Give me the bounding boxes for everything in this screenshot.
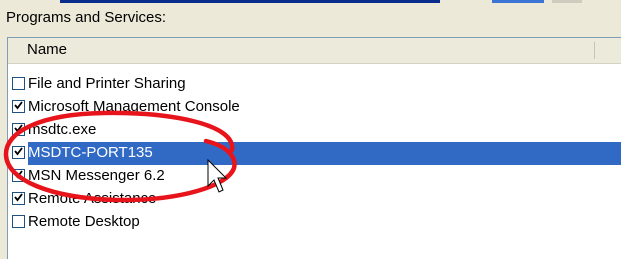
mouse-pointer-icon (207, 158, 228, 193)
windows-firewall-exceptions-panel: Programs and Services: Name File and Pri… (0, 0, 621, 259)
